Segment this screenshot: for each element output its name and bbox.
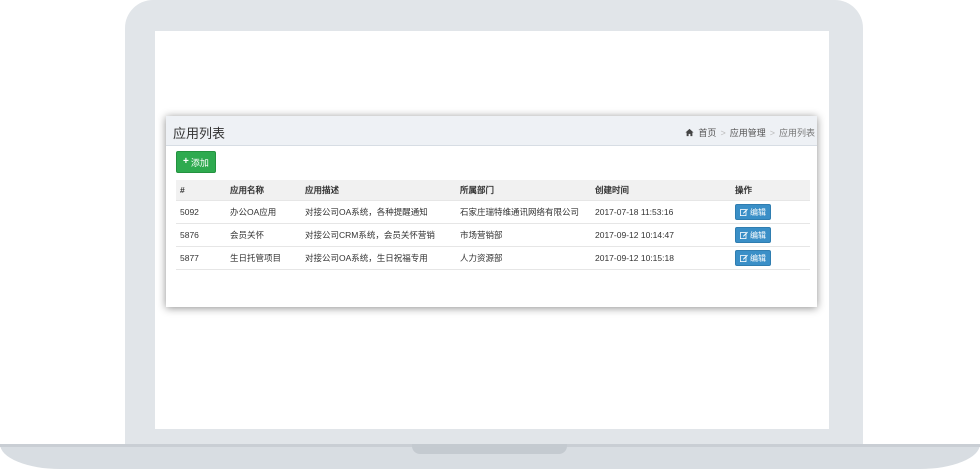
edit-button-label: 编辑 <box>750 207 766 217</box>
table-header-row: # 应用名称 应用描述 所属部门 创建时间 操作 <box>176 180 810 201</box>
plus-icon: + <box>183 156 189 167</box>
edit-icon <box>740 254 748 262</box>
edit-icon <box>740 231 748 239</box>
header-id: # <box>176 180 226 201</box>
breadcrumb-separator: > <box>769 127 775 138</box>
table-row: 5877 生日托管项目 对接公司OA系统，生日祝福专用 人力资源部 2017-0… <box>176 246 810 270</box>
table-row: 5092 办公OA应用 对接公司OA系统，各种提醒通知 石家庄瑞特维通讯网络有限… <box>176 200 810 224</box>
app-table: # 应用名称 应用描述 所属部门 创建时间 操作 5092 办公OA应用 对接公… <box>176 180 810 270</box>
edit-button[interactable]: 编辑 <box>735 204 771 220</box>
home-icon <box>685 128 694 137</box>
breadcrumb-separator: > <box>720 127 726 138</box>
cell-app-desc: 对接公司OA系统，各种提醒通知 <box>301 200 456 224</box>
header-app-desc: 应用描述 <box>301 180 456 201</box>
cell-id: 5092 <box>176 200 226 224</box>
cell-created-time: 2017-07-18 11:53:16 <box>591 200 731 224</box>
cell-department: 人力资源部 <box>456 246 591 270</box>
laptop-notch <box>412 444 567 454</box>
breadcrumb-current: 应用列表 <box>778 128 815 138</box>
header-department: 所属部门 <box>456 180 591 201</box>
cell-actions: 编辑 <box>731 246 810 270</box>
add-button-label: 添加 <box>190 157 209 168</box>
cell-app-name: 会员关怀 <box>226 223 301 247</box>
edit-icon <box>740 208 748 216</box>
breadcrumb-app-management[interactable]: 应用管理 <box>730 126 766 139</box>
edit-button[interactable]: 编辑 <box>735 227 771 243</box>
cell-department: 石家庄瑞特维通讯网络有限公司 <box>456 200 591 224</box>
header-created-time: 创建时间 <box>591 180 731 201</box>
cell-department: 市场营销部 <box>456 223 591 247</box>
breadcrumb: 首页 > 应用管理 > 应用列表 <box>685 126 815 139</box>
cell-created-time: 2017-09-12 10:14:47 <box>591 223 731 247</box>
edit-button-label: 编辑 <box>750 230 766 240</box>
page-header: 应用列表 首页 > 应用管理 > 应用列表 <box>166 116 817 146</box>
edit-button[interactable]: 编辑 <box>735 250 771 266</box>
cell-app-desc: 对接公司CRM系统，会员关怀营销 <box>301 223 456 247</box>
cell-actions: 编辑 <box>731 200 810 224</box>
header-actions: 操作 <box>731 180 810 201</box>
cell-created-time: 2017-09-12 10:15:18 <box>591 246 731 270</box>
edit-button-label: 编辑 <box>750 253 766 263</box>
cell-app-name: 生日托管项目 <box>226 246 301 270</box>
cell-actions: 编辑 <box>731 223 810 247</box>
page-title: 应用列表 <box>173 126 226 141</box>
cell-app-name: 办公OA应用 <box>226 200 301 224</box>
app-list-window: 应用列表 首页 > 应用管理 > 应用列表 + 添加 # 应用名称 应用描述 所… <box>166 116 817 307</box>
header-app-name: 应用名称 <box>226 180 301 201</box>
breadcrumb-home[interactable]: 首页 <box>698 126 716 139</box>
table-row: 5876 会员关怀 对接公司CRM系统，会员关怀营销 市场营销部 2017-09… <box>176 223 810 247</box>
cell-id: 5877 <box>176 246 226 270</box>
cell-app-desc: 对接公司OA系统，生日祝福专用 <box>301 246 456 270</box>
add-button[interactable]: + 添加 <box>176 151 216 173</box>
cell-id: 5876 <box>176 223 226 247</box>
